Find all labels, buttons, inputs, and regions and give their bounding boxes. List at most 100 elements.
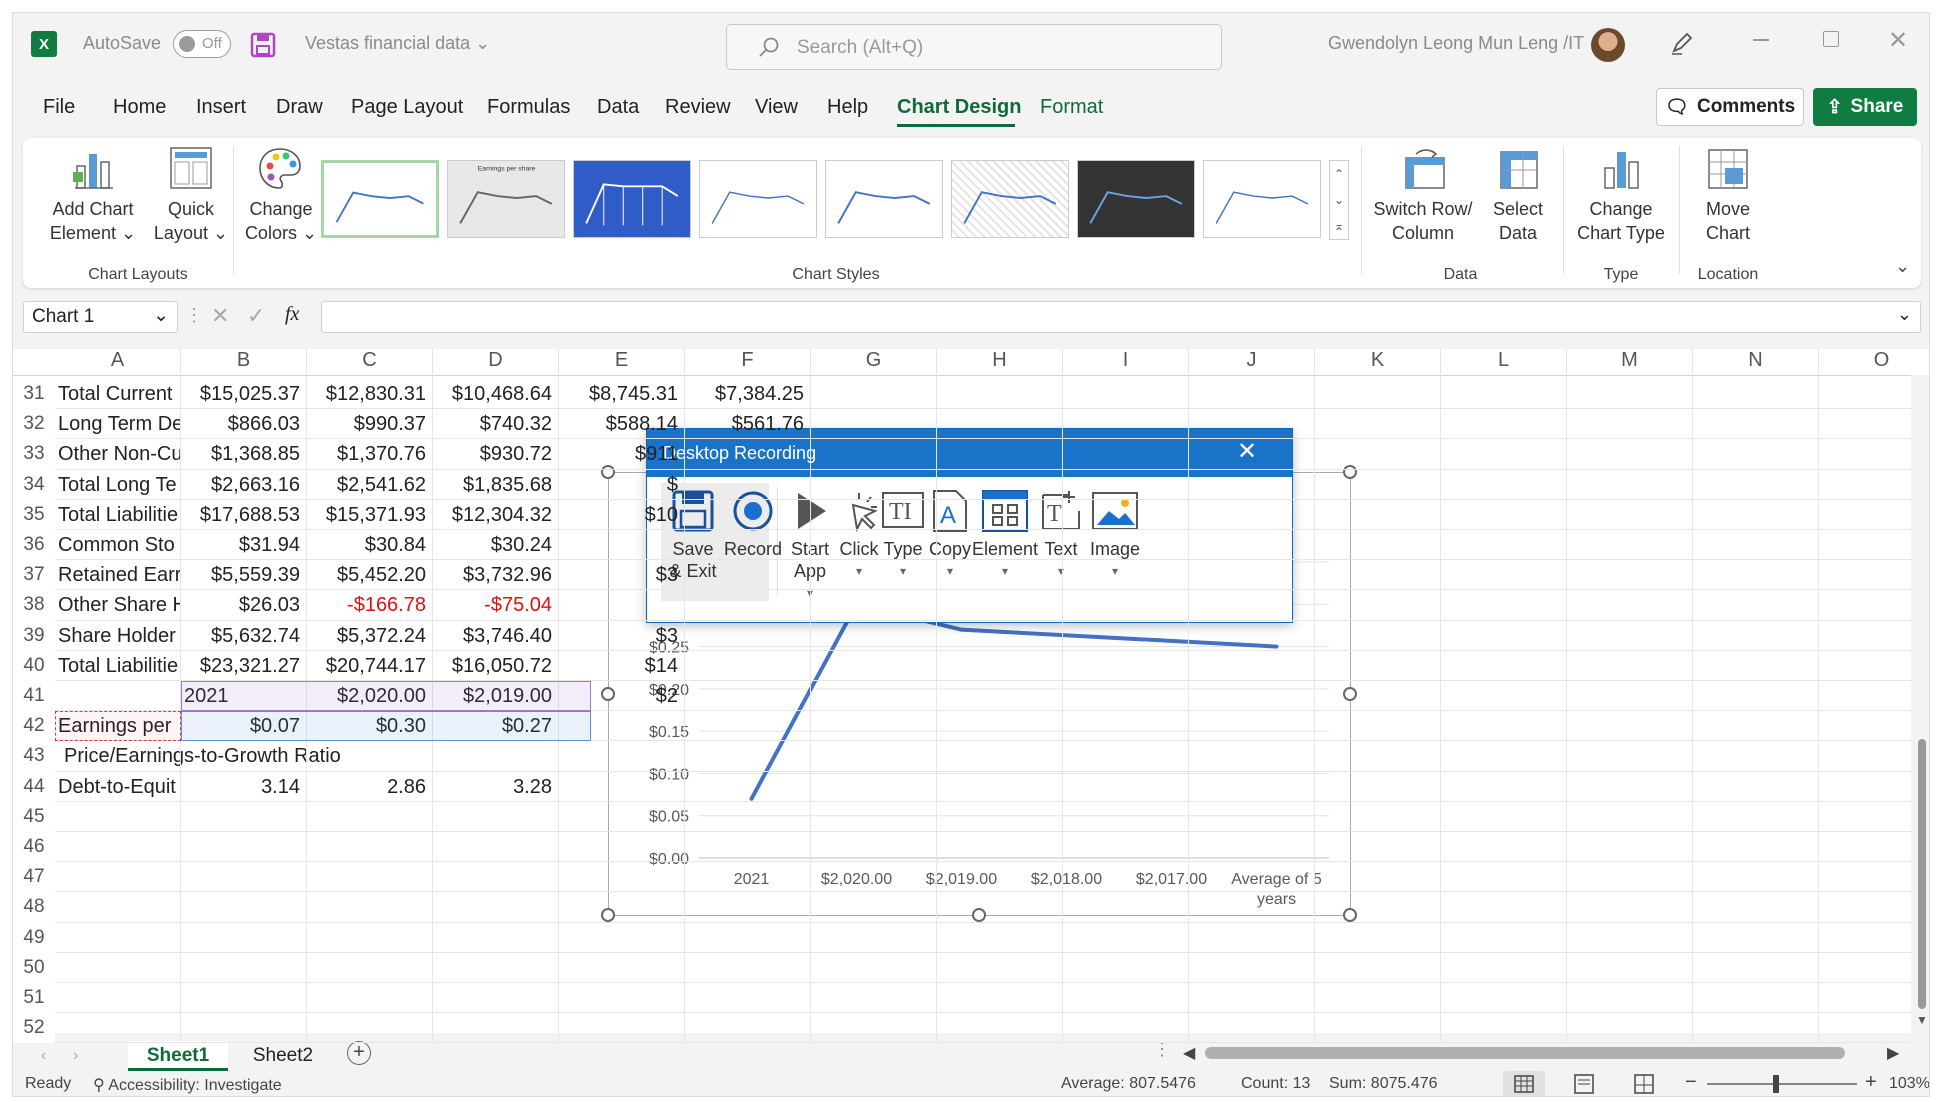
cell-b35[interactable]: $17,688.53 [184,500,306,530]
row-header[interactable]: 40 [13,650,55,681]
page-break-view-button[interactable] [1629,1071,1659,1096]
tab-insert[interactable]: Insert [196,96,246,119]
row-header[interactable]: 36 [13,530,55,561]
cell-b43[interactable] [184,741,306,771]
column-header-h[interactable]: H [937,349,1063,375]
row-header[interactable]: 41 [13,681,55,712]
tab-data[interactable]: Data [597,96,639,119]
cell-f44[interactable] [688,772,810,802]
vscroll-down-icon[interactable]: ▼ [1916,1013,1928,1027]
cell-d39[interactable]: $3,746.40 [436,621,558,651]
select-data-button[interactable]: Select Data [1483,146,1553,245]
column-header-o[interactable]: O [1819,349,1929,375]
cell-a41[interactable] [58,681,180,711]
cell-b40[interactable]: $23,321.27 [184,651,306,681]
cell-a34[interactable]: Total Long Te [58,470,180,500]
cell-e33[interactable]: $911 [562,439,684,469]
tab-chart-design[interactable]: Chart Design [897,96,1021,119]
cell-c43[interactable] [310,741,432,771]
cell-f36[interactable] [688,530,810,560]
cell-f39[interactable] [688,621,810,651]
row-header[interactable]: 47 [13,862,55,893]
tab-draw[interactable]: Draw [276,96,323,119]
cell-b31[interactable]: $15,025.37 [184,379,306,409]
row-header[interactable]: 49 [13,922,55,953]
change-chart-type-button[interactable]: Change Chart Type [1571,146,1671,245]
column-header-c[interactable]: C [307,349,433,375]
recorder-element-button[interactable]: Element ▾ [971,489,1039,582]
cell-c38[interactable]: -$166.78 [310,590,432,620]
row-header[interactable]: 52 [13,1013,55,1044]
styles-scroll[interactable]: ⌃ ⌄ ⌅ [1329,160,1349,240]
zoom-slider[interactable] [1707,1083,1857,1085]
column-header-l[interactable]: L [1441,349,1567,375]
row-header[interactable]: 50 [13,952,55,983]
row-header[interactable]: 48 [13,892,55,923]
column-header-j[interactable]: J [1189,349,1315,375]
chart-style-6[interactable] [951,160,1069,238]
cell-b34[interactable]: $2,663.16 [184,470,306,500]
switch-row-column-button[interactable]: Switch Row/Column [1368,146,1478,245]
cell-e39[interactable]: $3 [562,621,684,651]
cell-b36[interactable]: $31.94 [184,530,306,560]
cell-a35[interactable]: Total Liabilitie [58,500,180,530]
cell-d38[interactable]: -$75.04 [436,590,558,620]
row-header[interactable]: 42 [13,711,55,742]
row-header[interactable]: 46 [13,832,55,863]
column-header-g[interactable]: G [811,349,937,375]
resize-handle[interactable] [1343,687,1357,701]
quick-layout-button[interactable]: Quick Layout ⌄ [151,146,231,245]
recorder-image-button[interactable]: Image ▾ [1083,489,1147,582]
cell-a32[interactable]: Long Term De [58,409,180,439]
add-chart-element-button[interactable]: Add Chart Element ⌄ [43,146,143,245]
cell-c44[interactable]: 2.86 [310,772,432,802]
cell-f33[interactable] [688,439,810,469]
cell-f41[interactable] [688,681,810,711]
cell-a44[interactable]: Debt-to-Equit [58,772,180,802]
search-box[interactable]: Search (Alt+Q) [726,24,1222,70]
cell-b44[interactable]: 3.14 [184,772,306,802]
document-title[interactable]: Vestas financial data ⌄ [305,33,490,54]
zoom-level[interactable]: 103% [1889,1075,1929,1093]
row-header[interactable]: 43 [13,741,55,772]
column-header-i[interactable]: I [1063,349,1189,375]
resize-handle[interactable] [1343,908,1357,922]
column-header-m[interactable]: M [1567,349,1693,375]
zoom-slider-thumb[interactable] [1773,1075,1779,1093]
minimize-icon[interactable] [1753,39,1769,41]
chart-style-7[interactable] [1077,160,1195,238]
cell-b33[interactable]: $1,368.85 [184,439,306,469]
restore-icon[interactable] [1823,31,1839,47]
cell-d36[interactable]: $30.24 [436,530,558,560]
cell-a33[interactable]: Other Non-Cu [58,439,180,469]
row-header[interactable]: 32 [13,409,55,440]
cell-d37[interactable]: $3,732.96 [436,560,558,590]
change-colors-button[interactable]: Change Colors ⌄ [241,146,321,245]
cell-c36[interactable]: $30.84 [310,530,432,560]
more-styles-icon[interactable]: ⌅ [1330,213,1348,239]
chart-style-5[interactable] [825,160,943,238]
close-icon[interactable]: ✕ [1237,437,1257,466]
cell-d40[interactable]: $16,050.72 [436,651,558,681]
cell-c37[interactable]: $5,452.20 [310,560,432,590]
scroll-right-icon[interactable]: › [73,1041,78,1071]
close-icon[interactable]: ✕ [1888,26,1908,55]
cell-b38[interactable]: $26.03 [184,590,306,620]
tab-format[interactable]: Format [1040,96,1103,119]
chart-style-3[interactable] [573,160,691,238]
cell-c35[interactable]: $15,371.93 [310,500,432,530]
pen-icon[interactable] [1668,29,1696,62]
comments-button[interactable]: 🗨 Comments [1656,88,1804,126]
row-header[interactable]: 31 [13,379,55,410]
resize-handle[interactable] [1343,465,1357,479]
cell-e37[interactable]: $3 [562,560,684,590]
cell-e36[interactable] [562,530,684,560]
cell-c32[interactable]: $990.37 [310,409,432,439]
chevron-down-icon[interactable]: ⌄ [1330,187,1348,213]
resize-handle[interactable] [972,908,986,922]
vertical-scrollbar[interactable]: ▲ ▼ [1913,349,1929,1033]
column-header-k[interactable]: K [1315,349,1441,375]
cell-c40[interactable]: $20,744.17 [310,651,432,681]
cell-d32[interactable]: $740.32 [436,409,558,439]
vscroll-thumb[interactable] [1918,739,1926,1009]
